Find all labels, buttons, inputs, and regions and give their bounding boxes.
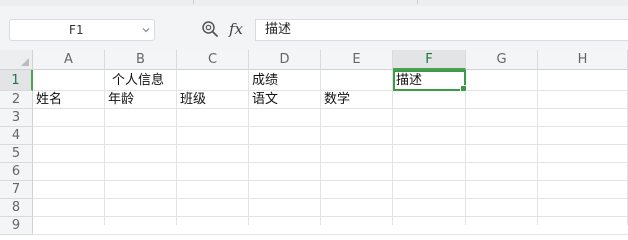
column-gridline	[392, 70, 393, 225]
name-box[interactable]: F1	[9, 19, 155, 41]
cell-b2[interactable]: 年龄	[108, 91, 134, 109]
row-gridline	[33, 162, 628, 163]
column-gridline	[465, 70, 466, 225]
top-divider	[193, 0, 194, 4]
column-gridline	[248, 70, 249, 225]
row-gridline	[33, 126, 628, 127]
row-gridline	[33, 144, 628, 145]
column-header-a[interactable]: A	[33, 50, 105, 70]
fill-handle[interactable]	[460, 85, 467, 92]
column-header-h[interactable]: H	[538, 50, 628, 70]
row-header-6[interactable]: 6	[0, 163, 33, 181]
select-all-icon	[21, 58, 29, 66]
column-header-c[interactable]: C	[177, 50, 249, 70]
spreadsheet-grid: ABCDEFGH 123456789 个人信息 成绩 描述 姓名 年龄 班级 语文 数学	[0, 50, 628, 235]
name-box-value: F1	[68, 23, 84, 37]
cell-a2[interactable]: 姓名	[36, 91, 62, 109]
column-header-g[interactable]: G	[466, 50, 538, 70]
select-all-corner[interactable]	[0, 50, 33, 70]
row-gridline	[33, 180, 628, 181]
column-header-f[interactable]: F	[393, 50, 466, 70]
insert-function-icon[interactable]: fx	[229, 18, 249, 40]
row-gridline	[33, 198, 628, 199]
column-header-b[interactable]: B	[105, 50, 177, 70]
row-header-8[interactable]: 8	[0, 199, 33, 217]
column-gridline	[537, 70, 538, 225]
row-header-4[interactable]: 4	[0, 127, 33, 145]
cell-c2[interactable]: 班级	[180, 91, 206, 109]
zoom-search-icon[interactable]	[201, 20, 219, 38]
column-header-e[interactable]: E	[321, 50, 393, 70]
formula-input[interactable]: 描述	[255, 19, 628, 41]
selected-cell-border[interactable]	[393, 70, 467, 92]
column-gridline	[320, 70, 321, 225]
row-header-5[interactable]: 5	[0, 145, 33, 163]
column-header-d[interactable]: D	[249, 50, 321, 70]
column-gridline	[176, 70, 177, 225]
row-gridline	[33, 216, 628, 217]
formula-toolbar: F1 fx 描述	[0, 0, 628, 50]
row-header-2[interactable]: 2	[0, 91, 33, 109]
row-gridline	[33, 234, 628, 235]
toolbar-top-strip	[0, 0, 628, 6]
row-header-9[interactable]: 9	[0, 217, 33, 235]
cell-d2[interactable]: 语文	[252, 91, 278, 109]
top-divider	[417, 0, 418, 4]
row-header-1[interactable]: 1	[0, 70, 33, 91]
cell-d1[interactable]: 成绩	[252, 72, 278, 90]
row-header-3[interactable]: 3	[0, 109, 33, 127]
cell-b1[interactable]: 个人信息	[112, 72, 164, 90]
row-header-7[interactable]: 7	[0, 181, 33, 199]
cell-e2[interactable]: 数学	[324, 91, 350, 109]
column-gridline	[104, 70, 105, 225]
chevron-down-icon[interactable]	[142, 27, 150, 33]
